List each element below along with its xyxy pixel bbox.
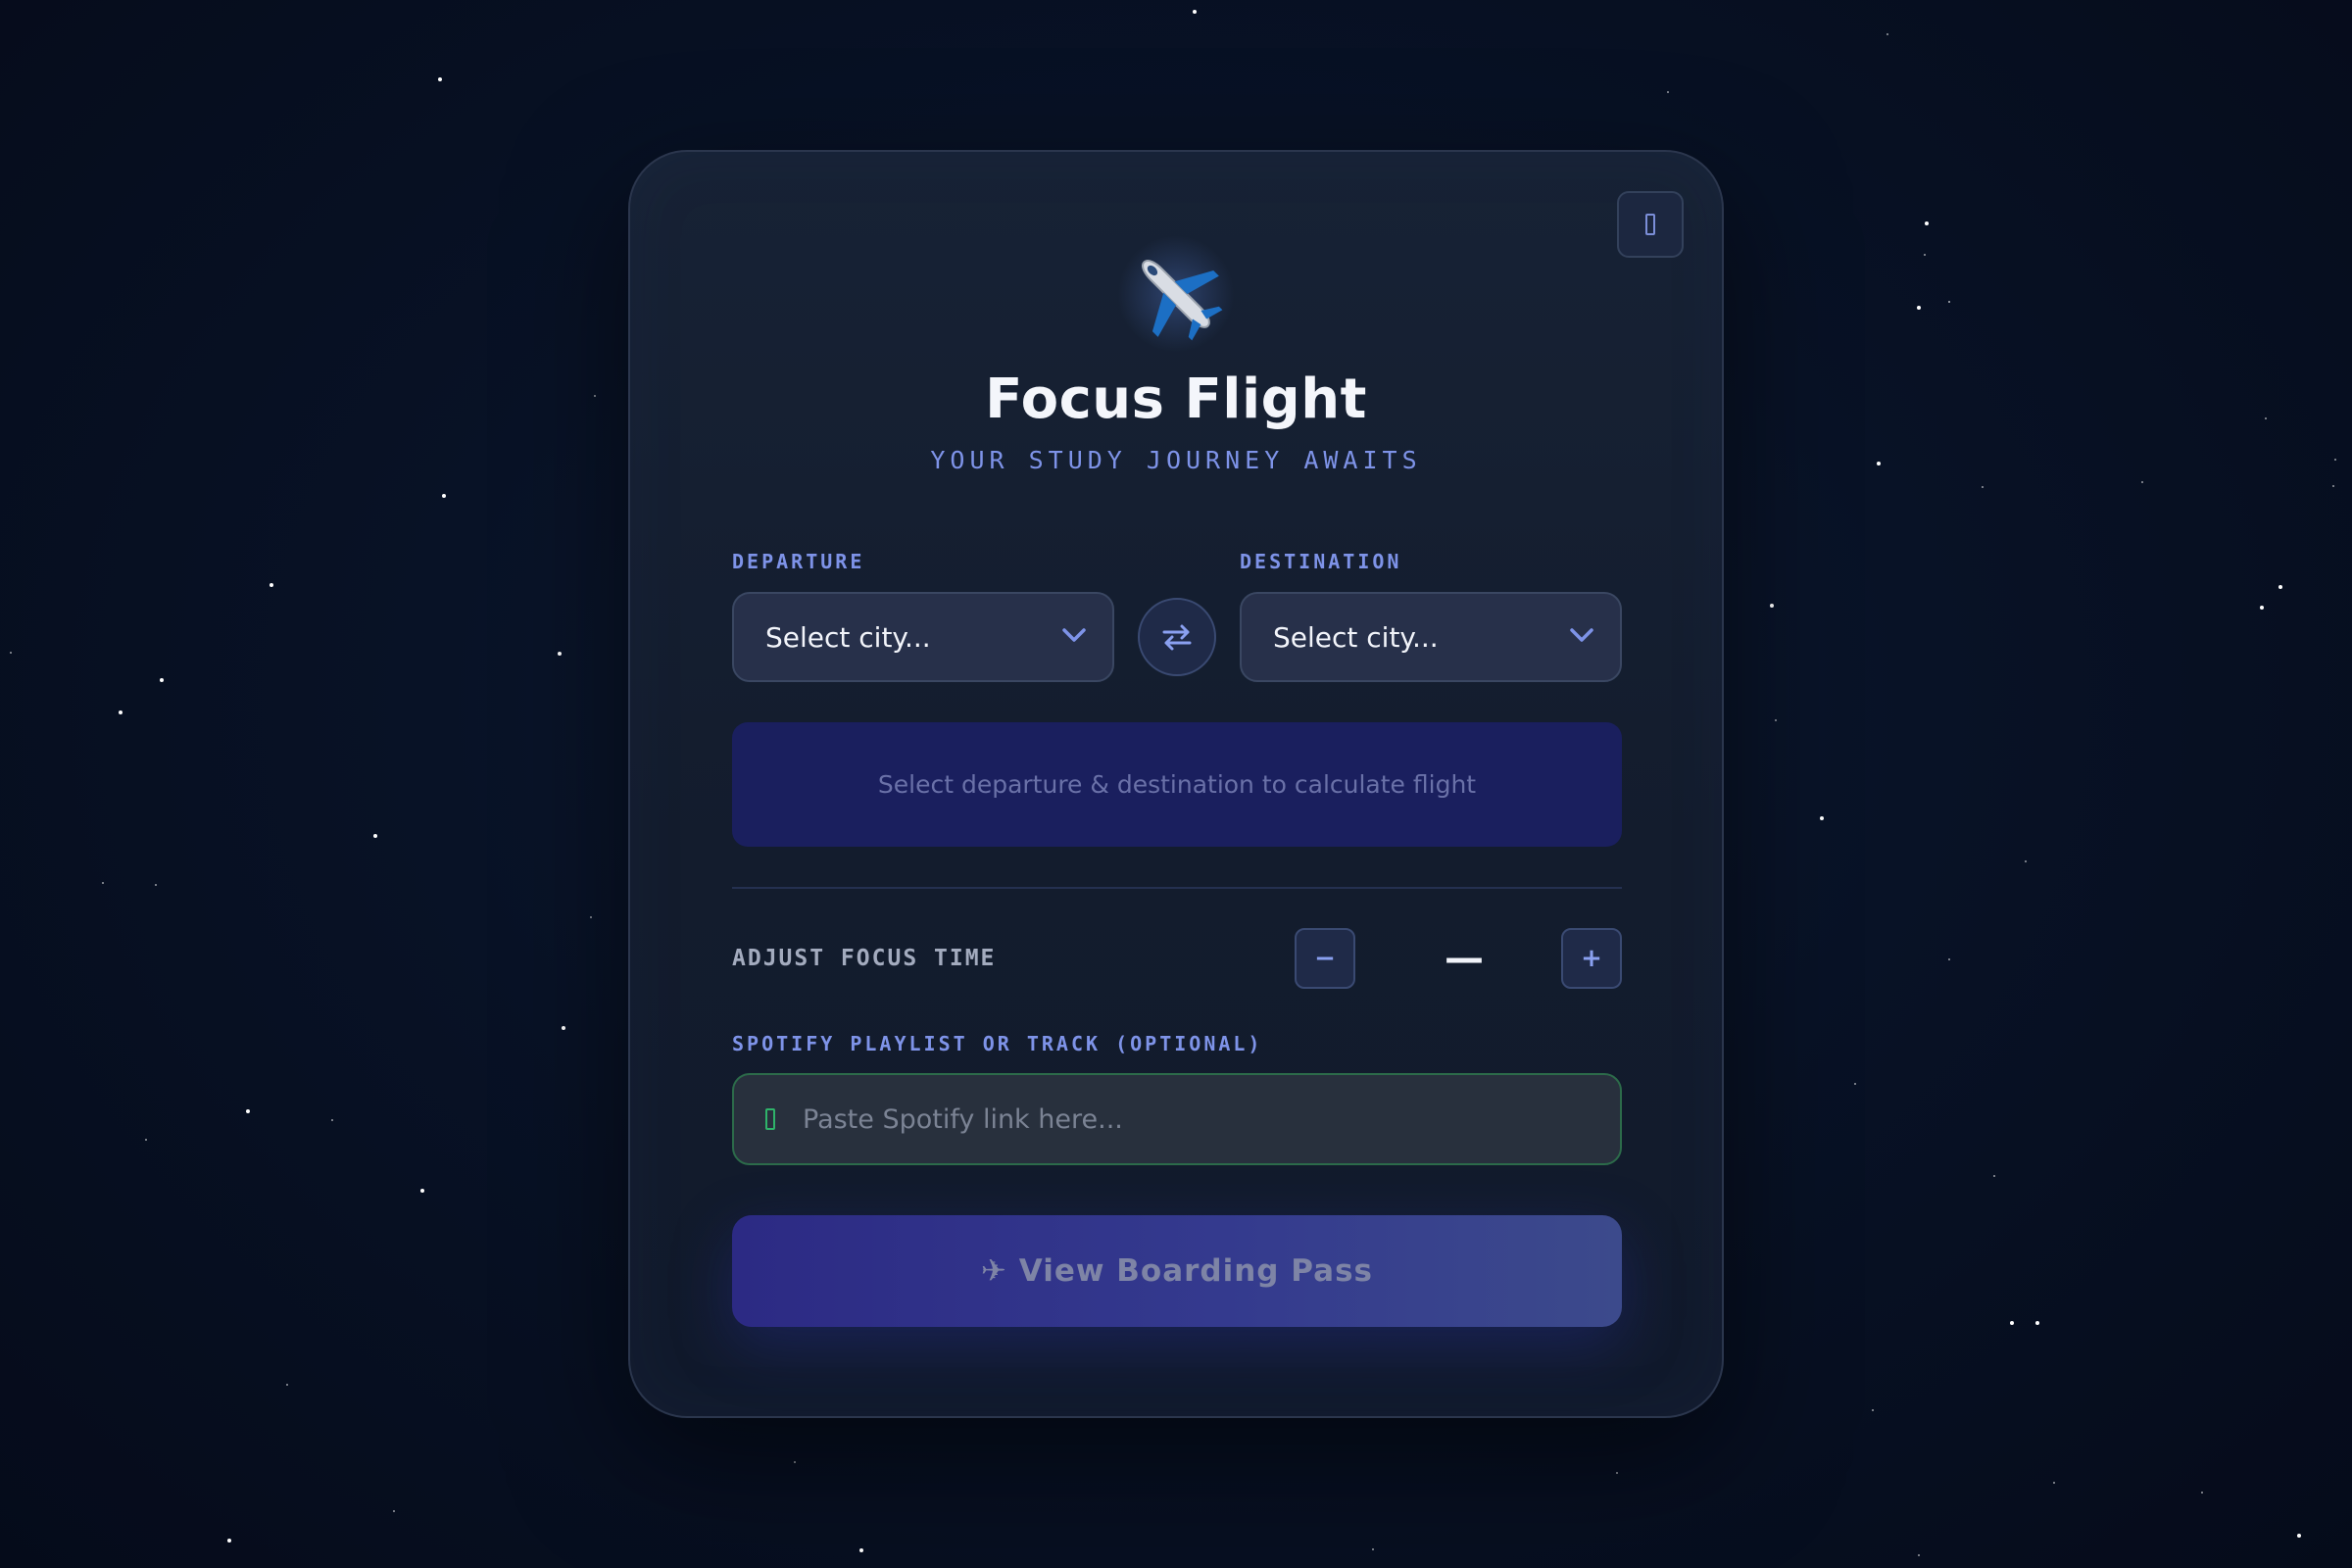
- flight-info-box: Select departure & destination to calcul…: [732, 722, 1622, 847]
- destination-select-value: Select city...: [1273, 620, 1439, 654]
- panel-icon: [1645, 214, 1655, 235]
- logo: [630, 235, 1722, 353]
- divider: [732, 887, 1622, 889]
- airplane-icon: [1142, 260, 1223, 341]
- swap-arrows-icon: [1162, 624, 1192, 651]
- departure-label: DEPARTURE: [732, 550, 865, 573]
- spotify-link-input[interactable]: [801, 1102, 1589, 1136]
- app-title: Focus Flight: [985, 368, 1367, 431]
- destination-select[interactable]: Select city...: [1240, 592, 1622, 682]
- destination-label: DESTINATION: [1240, 550, 1402, 573]
- adjust-focus-time-label: ADJUST FOCUS TIME: [732, 946, 997, 971]
- departure-select[interactable]: Select city...: [732, 592, 1114, 682]
- decrease-time-button[interactable]: −: [1295, 928, 1355, 989]
- chevron-down-icon: [1062, 628, 1086, 642]
- app-subtitle: YOUR STUDY JOURNEY AWAITS: [930, 446, 1422, 474]
- chevron-down-icon: [1570, 628, 1593, 642]
- spotify-link-field[interactable]: [732, 1073, 1622, 1165]
- swap-cities-button[interactable]: [1138, 598, 1216, 676]
- flight-info-text: Select departure & destination to calcul…: [877, 770, 1477, 799]
- spotify-label: SPOTIFY PLAYLIST OR TRACK (OPTIONAL): [732, 1032, 1263, 1055]
- increase-time-button[interactable]: +: [1561, 928, 1622, 989]
- spotify-icon: [765, 1108, 775, 1130]
- focus-time-value: —: [1445, 936, 1484, 981]
- view-boarding-pass-button[interactable]: ✈ View Boarding Pass: [732, 1215, 1622, 1327]
- departure-select-value: Select city...: [765, 620, 931, 654]
- focus-flight-card: Focus Flight YOUR STUDY JOURNEY AWAITS D…: [628, 150, 1724, 1418]
